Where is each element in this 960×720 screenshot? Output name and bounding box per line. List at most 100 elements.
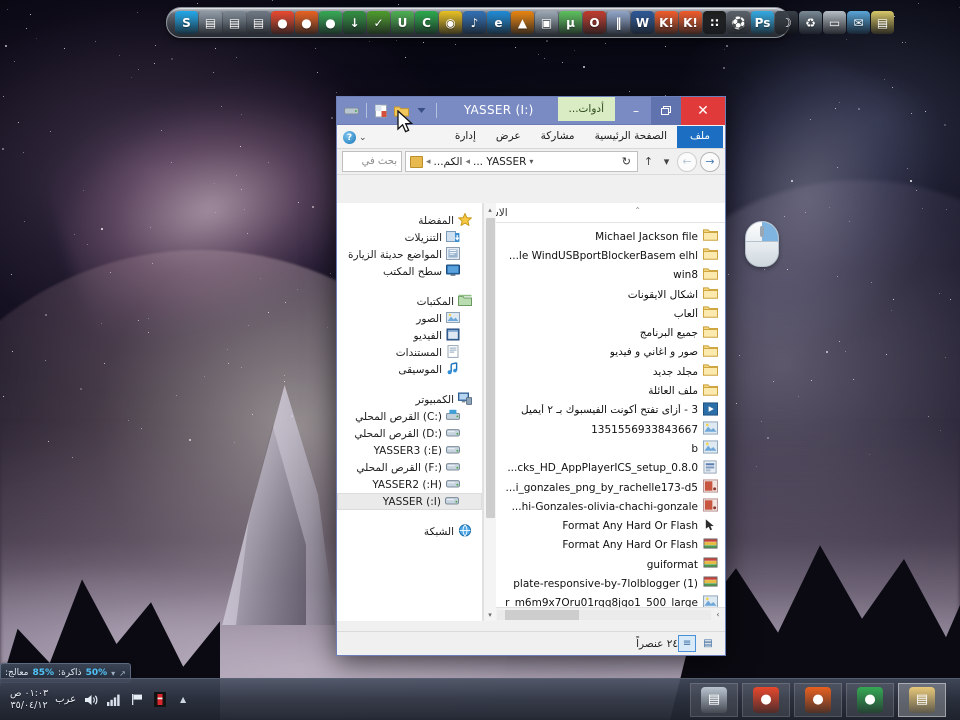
sidebar-item[interactable]: (:C) القرص المحلي bbox=[337, 408, 482, 425]
table-row[interactable]: r_m6m9x7Oru01rqq8jqo1_500_large bbox=[483, 594, 725, 607]
show-hidden-icons-button[interactable]: ▲ bbox=[175, 692, 191, 708]
table-row[interactable]: i_gonzales_png_by_rachelle173-d5... bbox=[483, 478, 725, 497]
dock-item-moon-phase[interactable]: ☽ bbox=[775, 11, 798, 34]
search-input[interactable]: بحث في bbox=[342, 151, 402, 172]
table-row[interactable]: 3 - أزاى تفتح أكونت الفيسبوك بـ ٢ أيميل bbox=[483, 401, 725, 420]
dock-item-utorrent[interactable]: U bbox=[391, 11, 414, 34]
dock-item-kmplayer-2[interactable]: K! bbox=[679, 11, 702, 34]
close-button[interactable]: ✕ bbox=[681, 96, 725, 125]
horizontal-scroll-track[interactable] bbox=[497, 609, 711, 620]
dock-item-camtasia[interactable]: C bbox=[415, 11, 438, 34]
network-icon[interactable] bbox=[106, 692, 122, 708]
table-row[interactable]: le WindUSBportBlockerBasem elhl... bbox=[483, 246, 725, 265]
file-list-pane[interactable]: الاسم ⌃ Michael Jackson file le WindUSBpo… bbox=[483, 203, 725, 621]
sidebar-item[interactable]: (:D) القرص المحلي bbox=[337, 425, 482, 442]
dock-item-photo-viewer[interactable]: ▣ bbox=[535, 11, 558, 34]
table-row[interactable]: Format Any Hard Or Flash bbox=[483, 516, 725, 535]
horizontal-scrollbar[interactable]: › ‹ bbox=[483, 607, 725, 621]
dock-item-microsoft-word[interactable]: W bbox=[631, 11, 654, 34]
scroll-right-button[interactable]: › bbox=[711, 610, 725, 619]
table-row[interactable]: جميع البرنامج bbox=[483, 323, 725, 342]
window-control-buttons[interactable]: ✕ – bbox=[621, 96, 725, 125]
dock-item-explorer-shortcut-2[interactable]: ▤ bbox=[223, 11, 246, 34]
dock-item-microsoft-word-folder[interactable]: ‖ bbox=[607, 11, 630, 34]
gadget-expand-icon[interactable]: ↗ bbox=[119, 669, 126, 678]
dock-item-media-player[interactable]: ◉ bbox=[439, 11, 462, 34]
dock-item-internet-download-manager[interactable]: ● bbox=[271, 11, 294, 34]
vertical-scrollbar[interactable]: ▴ ▾ bbox=[483, 203, 496, 621]
ribbon-minimize-caret[interactable]: ⌄ bbox=[359, 133, 367, 143]
ribbon-help-group[interactable]: ⌄? bbox=[337, 128, 373, 148]
refresh-button[interactable]: ↻ bbox=[620, 155, 633, 168]
nav-group-header-computer[interactable]: الكمبيوتر bbox=[337, 391, 482, 408]
sidebar-item[interactable]: سطح المكتب bbox=[337, 263, 482, 280]
table-row[interactable]: b bbox=[483, 439, 725, 458]
dock-item-explorer-shortcut-3[interactable]: ▤ bbox=[247, 11, 270, 34]
table-row[interactable]: plate-responsive-by-7lolblogger (1) bbox=[483, 574, 725, 593]
breadcrumb-root-icon[interactable] bbox=[410, 155, 423, 168]
dock-item-windows-media[interactable]: ♪ bbox=[463, 11, 486, 34]
recent-locations-button[interactable]: ▾ bbox=[659, 152, 674, 172]
nav-group-header-libraries[interactable]: المكتبات bbox=[337, 293, 482, 310]
restore-button[interactable] bbox=[651, 96, 681, 125]
sidebar-item[interactable]: المستندات bbox=[337, 344, 482, 361]
taskbar-chrome[interactable]: ● bbox=[846, 682, 894, 717]
address-bar[interactable]: → ← ▾ ↑ ↻ ▾ YASSER ... ◂ الكم... ◂ بحث ف… bbox=[337, 149, 725, 175]
table-row[interactable]: صور و اغاني و فيديو bbox=[483, 343, 725, 362]
help-icon[interactable]: ? bbox=[343, 131, 356, 144]
table-row[interactable]: مجلد جديد bbox=[483, 362, 725, 381]
dock-item-vlc-player[interactable]: ▲ bbox=[511, 11, 534, 34]
dock-item-explorer-shortcut-1[interactable]: ▤ bbox=[199, 11, 222, 34]
tab-share[interactable]: مشاركة bbox=[531, 126, 585, 148]
nav-group-header-network[interactable]: الشبكة bbox=[337, 523, 482, 540]
dock-item-trash[interactable]: ▭ bbox=[823, 11, 846, 34]
kaspersky-icon[interactable] bbox=[152, 692, 168, 708]
table-row[interactable]: اشكال الايقونات bbox=[483, 285, 725, 304]
dock-item-utorrent-2[interactable]: µ bbox=[559, 11, 582, 34]
back-button[interactable]: ← bbox=[677, 151, 697, 172]
breadcrumb[interactable]: ↻ ▾ YASSER ... ◂ الكم... ◂ bbox=[405, 151, 638, 172]
list-view-button[interactable]: ≡ bbox=[678, 635, 696, 652]
scroll-down-button[interactable]: ▾ bbox=[484, 608, 497, 621]
table-row[interactable]: 1351556933843667 bbox=[483, 420, 725, 439]
breadcrumb-dropdown-icon[interactable]: ▾ bbox=[529, 157, 533, 166]
sidebar-item[interactable]: التنزيلات bbox=[337, 229, 482, 246]
taskbar-app-buttons[interactable]: ▤ ● ● ● ▤ bbox=[690, 682, 960, 717]
tab-manage[interactable]: إدارة bbox=[445, 126, 486, 148]
column-header-row[interactable]: الاسم ⌃ bbox=[483, 203, 725, 223]
breadcrumb-crumb-1[interactable]: الكم... bbox=[434, 156, 463, 168]
file-explorer-window[interactable]: ✕ – أدوات... YASSER (I:) ملف الصفحة الرئ… bbox=[336, 96, 779, 656]
table-row[interactable]: ألعاب bbox=[483, 304, 725, 323]
table-row[interactable]: Format Any Hard Or Flash bbox=[483, 536, 725, 555]
dock-item-skype[interactable]: S bbox=[175, 11, 198, 34]
sidebar-item[interactable]: YASSER (:I) bbox=[337, 493, 482, 510]
scroll-up-button[interactable]: ▴ bbox=[484, 203, 497, 216]
table-row[interactable]: hi-Gonzales-olivia-chachi-gonzale... bbox=[483, 497, 725, 516]
navigation-pane[interactable]: المفضلة التنزيلات المواضع حديثة الزيارة سطح… bbox=[337, 203, 483, 621]
sidebar-item[interactable]: الصور bbox=[337, 310, 482, 327]
dock-item-kmplayer-1[interactable]: K! bbox=[655, 11, 678, 34]
table-row[interactable]: win8 bbox=[483, 266, 725, 285]
table-row[interactable]: Michael Jackson file bbox=[483, 227, 725, 246]
taskbar-file-explorer[interactable]: ▤ bbox=[898, 682, 946, 717]
action-center-flag-icon[interactable] bbox=[129, 692, 145, 708]
taskbar-firefox[interactable]: ● bbox=[794, 682, 842, 717]
nav-group-header-star[interactable]: المفضلة bbox=[337, 211, 482, 229]
sidebar-item[interactable]: المواضع حديثة الزيارة bbox=[337, 246, 482, 263]
dock-item-blackberry[interactable]: ∷ bbox=[703, 11, 726, 34]
contextual-tools-tab[interactable]: أدوات... bbox=[557, 97, 615, 121]
table-row[interactable]: ملف العائلة bbox=[483, 381, 725, 400]
forward-button[interactable]: → bbox=[700, 151, 720, 172]
system-tray[interactable]: ٠١:٠٣ ص ٣٥/٠٤/١٢ عرب ▲ bbox=[0, 679, 191, 720]
language-indicator[interactable]: عرب bbox=[55, 694, 76, 705]
minimize-button[interactable]: – bbox=[621, 97, 651, 125]
dock-item-google-chrome[interactable]: ● bbox=[319, 11, 342, 34]
clock[interactable]: ٠١:٠٣ ص ٣٥/٠٤/١٢ bbox=[10, 688, 48, 712]
dock-item-notepad[interactable]: ▤ bbox=[871, 11, 894, 34]
dock-item-opera[interactable]: O bbox=[583, 11, 606, 34]
file-rows-container[interactable]: Michael Jackson file le WindUSBportBlocke… bbox=[483, 223, 725, 607]
dock-item-recycle-bin[interactable]: ♻ bbox=[799, 11, 822, 34]
tab-view[interactable]: عرض bbox=[486, 126, 531, 148]
table-row[interactable]: guiformat bbox=[483, 555, 725, 574]
table-row[interactable]: cks_HD_AppPlayerICS_setup_0.8.0... bbox=[483, 459, 725, 478]
